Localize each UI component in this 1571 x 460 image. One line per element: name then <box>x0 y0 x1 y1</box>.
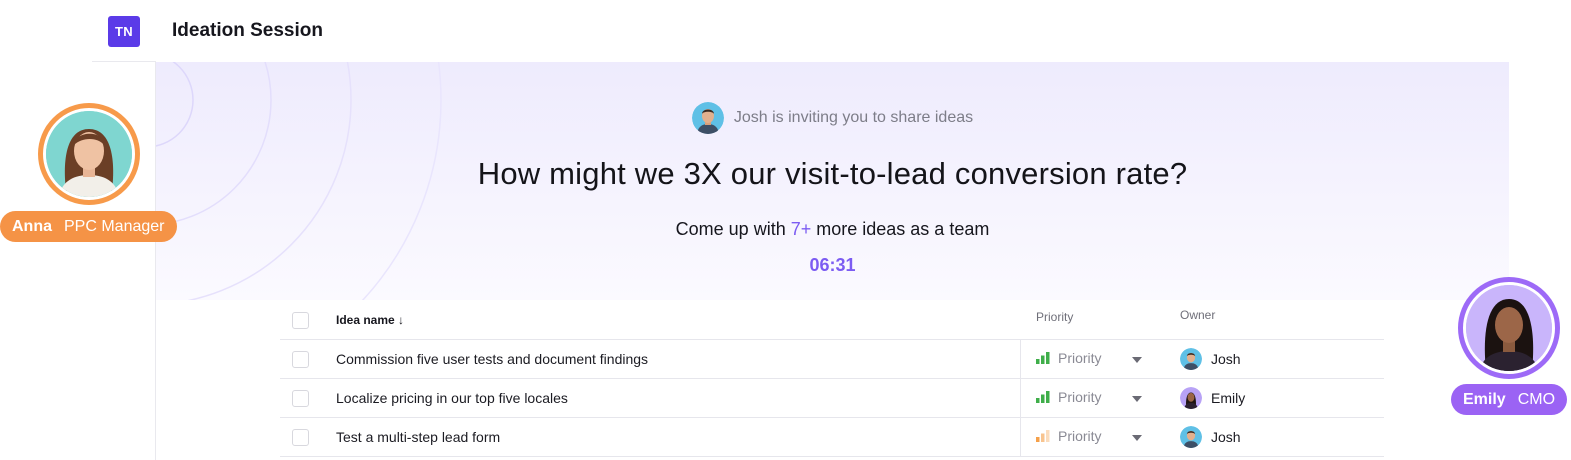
page-title: Ideation Session <box>172 20 323 41</box>
idea-name[interactable]: Localize pricing in our top five locales <box>336 390 568 406</box>
session-hero: Josh is inviting you to share ideas How … <box>156 62 1509 300</box>
table-row[interactable]: Commission five user tests and document … <box>280 340 1384 379</box>
countdown-timer: 06:31 <box>809 255 856 275</box>
persona-tag-emily: Emily CMO <box>1451 384 1568 415</box>
invite-line: Josh is inviting you to share ideas <box>156 102 1509 134</box>
priority-high-icon <box>1036 352 1050 364</box>
persona-name: Anna <box>12 217 52 235</box>
owner-avatar <box>1180 348 1202 370</box>
persona-tag-anna: Anna PPC Manager <box>0 211 177 242</box>
anna-avatar <box>38 103 140 205</box>
priority-label: Priority <box>1058 389 1102 405</box>
ideas-table: Idea name ↓ Priority Owner Commission fi… <box>280 300 1384 457</box>
table-row[interactable]: Test a multi-step lead form Priority Jos… <box>280 418 1384 457</box>
priority-label: Priority <box>1058 428 1102 444</box>
priority-low-icon <box>1036 430 1050 442</box>
table-header: Idea name ↓ Priority Owner <box>280 300 1384 340</box>
select-all-checkbox[interactable] <box>292 312 309 329</box>
owner-avatar <box>1180 387 1202 409</box>
column-divider <box>1020 418 1021 457</box>
owner-name: Josh <box>1211 351 1241 367</box>
row-checkbox[interactable] <box>292 429 309 446</box>
persona-role: PPC Manager <box>64 217 165 235</box>
chevron-down-icon[interactable] <box>1132 435 1142 441</box>
session-goal: Come up with 7+ more ideas as a team <box>156 219 1509 240</box>
priority-select[interactable]: Priority <box>1036 389 1102 405</box>
priority-label: Priority <box>1058 350 1102 366</box>
owner-name: Josh <box>1211 429 1241 445</box>
owner-avatar <box>1180 426 1202 448</box>
column-header-priority[interactable]: Priority <box>1036 310 1073 324</box>
idea-name[interactable]: Commission five user tests and document … <box>336 351 648 367</box>
owner-name: Emily <box>1211 390 1246 406</box>
goal-suffix: more ideas as a team <box>811 219 990 239</box>
emily-avatar <box>1458 277 1560 379</box>
column-header-idea-name[interactable]: Idea name ↓ <box>336 313 404 327</box>
row-checkbox[interactable] <box>292 351 309 368</box>
chevron-down-icon[interactable] <box>1132 357 1142 363</box>
invite-text: Josh is inviting you to share ideas <box>733 109 974 126</box>
persona-role: CMO <box>1517 390 1556 408</box>
column-divider <box>1020 340 1021 379</box>
chevron-down-icon[interactable] <box>1132 396 1142 402</box>
goal-count: 7+ <box>790 219 812 239</box>
josh-avatar <box>691 102 724 134</box>
priority-high-icon <box>1036 391 1050 403</box>
table-row[interactable]: Localize pricing in our top five locales… <box>280 379 1384 418</box>
owner-cell[interactable]: Josh <box>1180 348 1241 370</box>
priority-select[interactable]: Priority <box>1036 428 1102 444</box>
row-checkbox[interactable] <box>292 390 309 407</box>
persona-name: Emily <box>1463 390 1506 408</box>
owner-cell[interactable]: Emily <box>1180 387 1245 409</box>
owner-cell[interactable]: Josh <box>1180 426 1241 448</box>
column-divider <box>1020 379 1021 418</box>
session-question: How might we 3X our visit-to-lead conver… <box>477 156 1188 191</box>
goal-prefix: Come up with <box>675 219 791 239</box>
priority-select[interactable]: Priority <box>1036 350 1102 366</box>
divider <box>92 61 156 62</box>
idea-name[interactable]: Test a multi-step lead form <box>336 429 500 445</box>
workspace-badge[interactable]: TN <box>108 16 140 47</box>
column-header-owner[interactable]: Owner <box>1180 308 1215 322</box>
